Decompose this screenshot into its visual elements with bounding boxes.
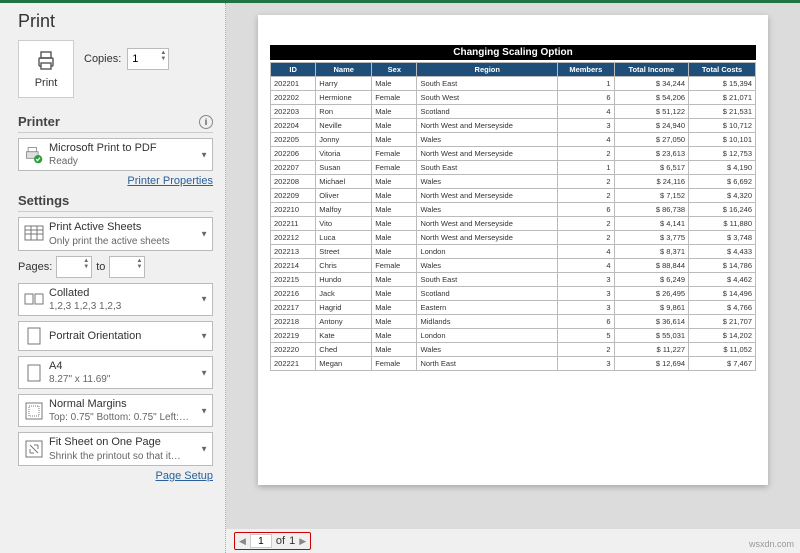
- col-header: Members: [558, 63, 614, 77]
- orientation-select[interactable]: Portrait Orientation ▼: [18, 321, 213, 351]
- col-header: ID: [271, 63, 316, 77]
- scaling-select[interactable]: Fit Sheet on One PageShrink the printout…: [18, 432, 213, 465]
- table-row: 202215HundoMaleSouth East3$ 6,249$ 4,462: [271, 273, 756, 287]
- col-header: Sex: [372, 63, 417, 77]
- copies-stepper[interactable]: ▲▼: [127, 48, 169, 70]
- chevron-down-icon: ▼: [200, 331, 208, 340]
- table-row: 202209OliverMaleNorth West and Merseysid…: [271, 189, 756, 203]
- prev-page-icon[interactable]: ◀: [239, 536, 246, 547]
- settings-section-header: Settings: [18, 193, 213, 212]
- col-header: Region: [417, 63, 558, 77]
- printer-properties-link[interactable]: Printer Properties: [18, 175, 213, 187]
- printer-select[interactable]: Microsoft Print to PDF Ready ▼: [18, 138, 213, 171]
- chevron-down-icon: ▼: [200, 229, 208, 238]
- chevron-down-icon: ▼: [200, 368, 208, 377]
- print-button[interactable]: Print: [18, 40, 74, 98]
- table-row: 202216JackMaleScotland3$ 26,495$ 14,496: [271, 287, 756, 301]
- pages-label: Pages:: [18, 261, 52, 273]
- col-header: Name: [316, 63, 372, 77]
- printer-section-header: Printer i: [18, 114, 213, 133]
- collate-select[interactable]: Collated1,2,3 1,2,3 1,2,3 ▼: [18, 283, 213, 316]
- of-label: of: [276, 535, 285, 547]
- pages-to-stepper[interactable]: ▲▼: [109, 256, 145, 278]
- margins-select[interactable]: Normal MarginsTop: 0.75" Bottom: 0.75" L…: [18, 394, 213, 427]
- col-header: Total Costs: [689, 63, 756, 77]
- table-row: 202208MichaelMaleWales2$ 24,116$ 6,692: [271, 175, 756, 189]
- pages-from-stepper[interactable]: ▲▼: [56, 256, 92, 278]
- table-row: 202206VitoriaFemaleNorth West and Mersey…: [271, 147, 756, 161]
- printer-status: Ready: [49, 155, 157, 168]
- chevron-down-icon[interactable]: ▼: [160, 56, 166, 62]
- table-row: 202220ChedMaleWales2$ 11,227$ 11,052: [271, 343, 756, 357]
- printer-name: Microsoft Print to PDF: [49, 141, 157, 155]
- table-row: 202204NevilleMaleNorth West and Merseysi…: [271, 119, 756, 133]
- table-row: 202213StreetMaleLondon4$ 8,371$ 4,433: [271, 245, 756, 259]
- chevron-down-icon: ▼: [200, 150, 208, 159]
- table-row: 202218AntonyMaleMidlands6$ 36,614$ 21,70…: [271, 315, 756, 329]
- print-what-select[interactable]: Print Active SheetsOnly print the active…: [18, 217, 213, 250]
- portrait-icon: [23, 325, 45, 347]
- table-row: 202202HermioneFemaleSouth West6$ 54,206$…: [271, 91, 756, 105]
- watermark: wsxdn.com: [749, 539, 794, 549]
- printer-icon: [33, 49, 59, 73]
- chevron-down-icon: ▼: [200, 406, 208, 415]
- current-page-input[interactable]: [250, 534, 272, 548]
- scaling-icon: [23, 438, 45, 460]
- col-header: Total Income: [614, 63, 689, 77]
- table-row: 202203RonMaleScotland4$ 51,122$ 21,531: [271, 105, 756, 119]
- page-title: Print: [18, 11, 213, 32]
- sheet-title: Changing Scaling Option: [270, 45, 756, 60]
- info-icon[interactable]: i: [199, 115, 213, 129]
- copies-input[interactable]: [132, 53, 158, 65]
- page-navigator[interactable]: ◀ of 1 ▶: [234, 532, 311, 550]
- page-setup-link[interactable]: Page Setup: [18, 470, 213, 482]
- next-page-icon[interactable]: ▶: [299, 536, 306, 547]
- preview-page: Changing Scaling Option IDNameSexRegionM…: [258, 15, 768, 485]
- table-row: 202214ChrisFemaleWales4$ 88,844$ 14,786: [271, 259, 756, 273]
- preview-table: IDNameSexRegionMembersTotal IncomeTotal …: [270, 62, 756, 371]
- table-row: 202217HagridMaleEastern3$ 9,861$ 4,766: [271, 301, 756, 315]
- printer-status-icon: [23, 144, 45, 166]
- paper-icon: [23, 362, 45, 384]
- pages-to-label: to: [96, 261, 105, 273]
- print-button-label: Print: [35, 77, 58, 89]
- table-row: 202201HarryMaleSouth East1$ 34,244$ 15,3…: [271, 77, 756, 91]
- total-pages: 1: [289, 535, 295, 547]
- chevron-down-icon: ▼: [200, 295, 208, 304]
- sheets-icon: [23, 223, 45, 245]
- table-row: 202211VitoMaleNorth West and Merseyside2…: [271, 217, 756, 231]
- copies-label: Copies:: [84, 53, 121, 65]
- print-preview: Changing Scaling Option IDNameSexRegionM…: [226, 3, 800, 529]
- collate-icon: [23, 288, 45, 310]
- margins-icon: [23, 400, 45, 422]
- table-row: 202205JonnyMaleWales4$ 27,050$ 10,101: [271, 133, 756, 147]
- paper-size-select[interactable]: A48.27" x 11.69" ▼: [18, 356, 213, 389]
- table-row: 202210MalfoyMaleWales6$ 86,738$ 16,246: [271, 203, 756, 217]
- table-row: 202221MeganFemaleNorth East3$ 12,694$ 7,…: [271, 357, 756, 371]
- table-row: 202219KateMaleLondon5$ 55,031$ 14,202: [271, 329, 756, 343]
- table-row: 202207SusanFemaleSouth East1$ 6,517$ 4,1…: [271, 161, 756, 175]
- chevron-down-icon: ▼: [200, 445, 208, 454]
- table-row: 202212LucaMaleNorth West and Merseyside2…: [271, 231, 756, 245]
